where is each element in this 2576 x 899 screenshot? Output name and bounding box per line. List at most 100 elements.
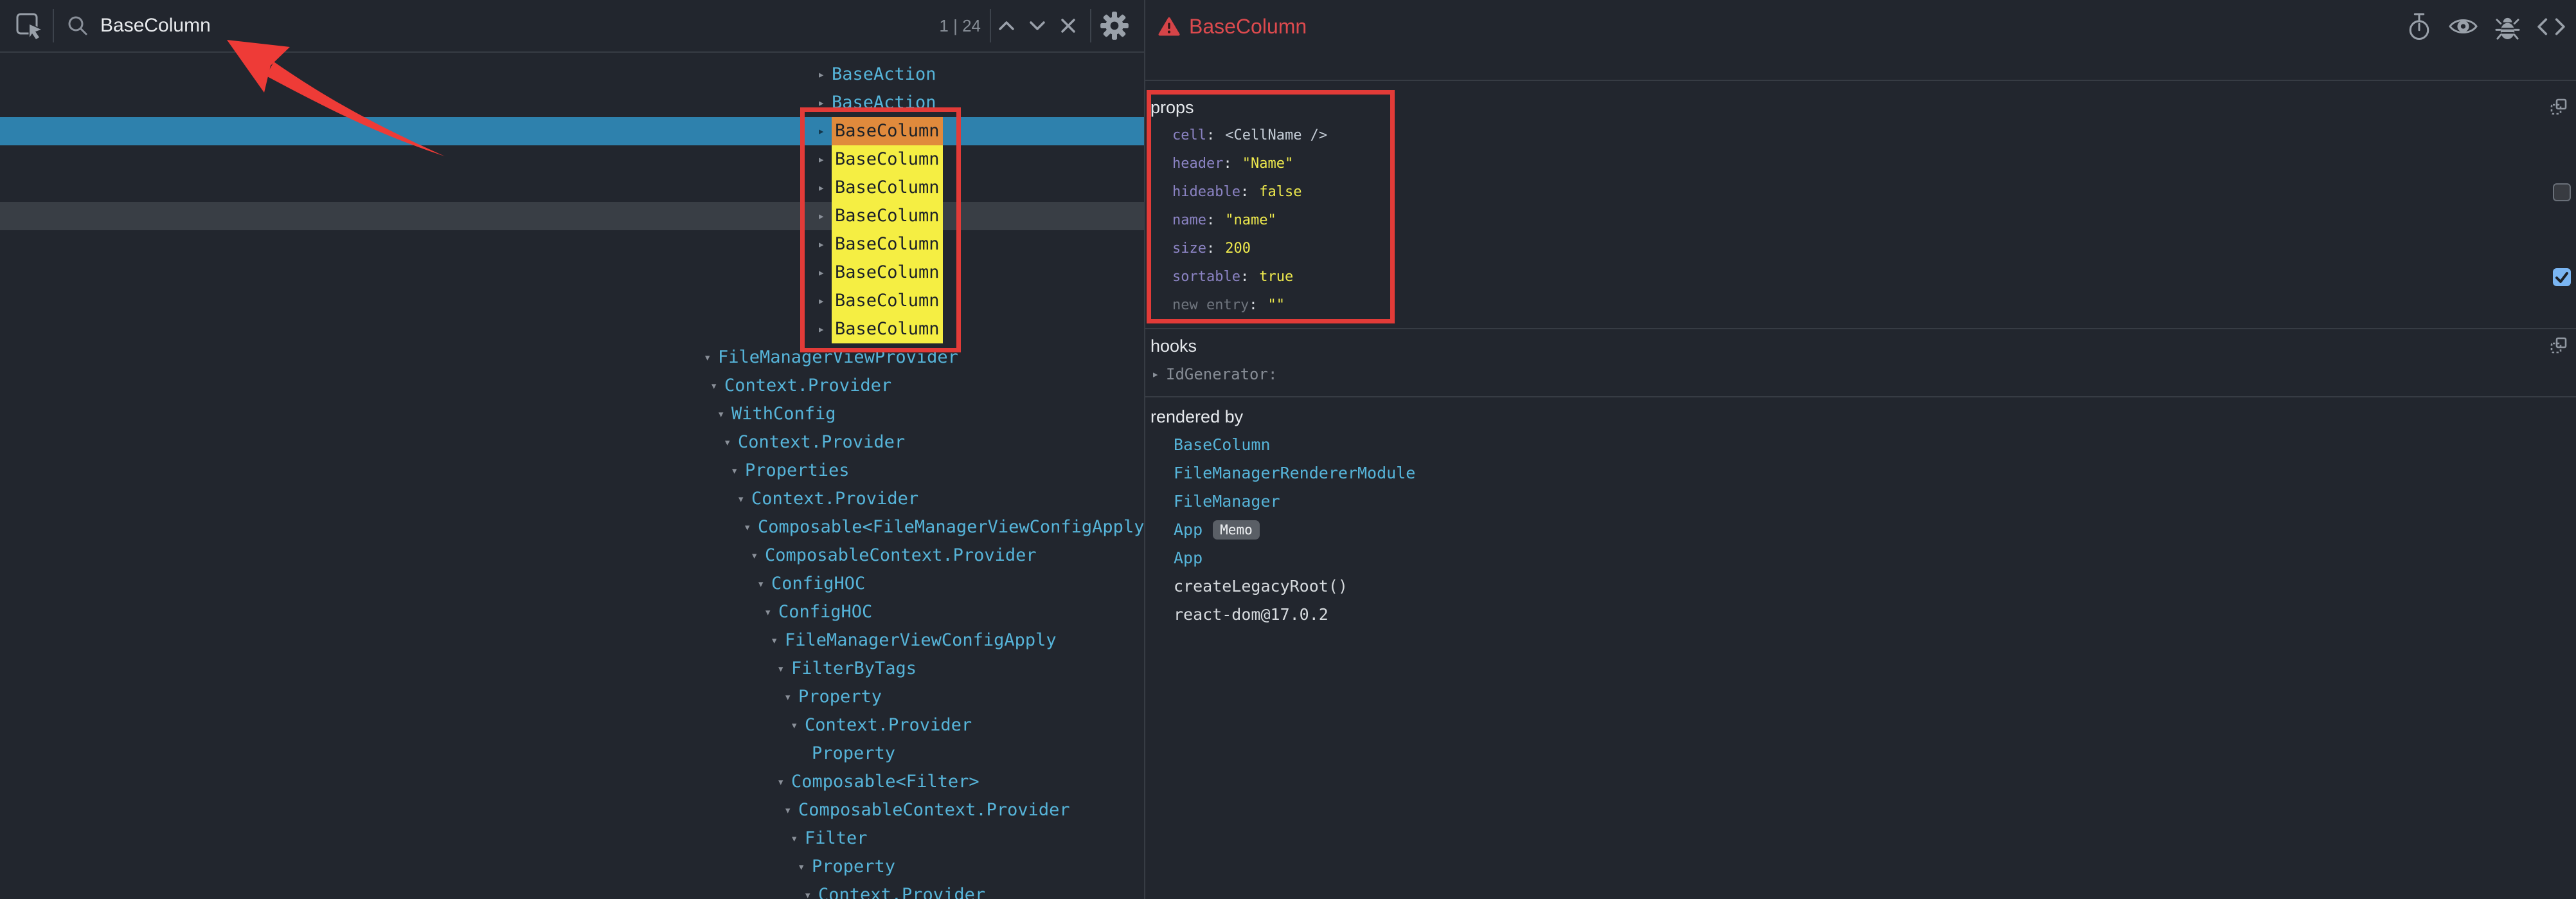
caret-expanded-icon[interactable]: ▾ — [791, 711, 805, 740]
component-name: Context.Provider — [818, 881, 985, 899]
owner-name[interactable]: App — [1174, 516, 1203, 544]
tree-row[interactable]: ▾ComposableContext.Provider — [0, 541, 1144, 570]
tree-row[interactable]: ▸BaseColumn — [0, 287, 1144, 315]
caret-expanded-icon[interactable]: ▾ — [724, 428, 738, 457]
hooks-section-title: hooks — [1145, 332, 2576, 360]
tree-row[interactable]: ▸BaseColumn — [0, 315, 1144, 343]
caret-collapsed-icon[interactable]: ▸ — [818, 315, 832, 343]
stopwatch-icon[interactable] — [2407, 12, 2431, 41]
bug-icon[interactable] — [2495, 13, 2520, 41]
next-match-icon[interactable] — [1022, 10, 1053, 41]
tree-row[interactable]: ▸BaseColumn — [0, 145, 1144, 174]
prop-key: new entry — [1172, 297, 1249, 313]
tree-row[interactable]: ▾Properties — [0, 457, 1144, 485]
unchecked-checkbox[interactable] — [2553, 183, 2571, 201]
search-input[interactable] — [99, 14, 933, 37]
caret-collapsed-icon[interactable]: ▸ — [818, 230, 832, 259]
copy-hooks-icon[interactable] — [2550, 337, 2567, 354]
tree-row[interactable]: ▾FileManagerViewConfigApply — [0, 626, 1144, 655]
checked-checkbox[interactable] — [2553, 268, 2571, 286]
settings-gear-icon[interactable] — [1098, 9, 1131, 42]
caret-expanded-icon[interactable]: ▾ — [764, 598, 778, 626]
caret-collapsed-icon[interactable]: ▸ — [818, 89, 832, 117]
prop-row: cell:<CellName /> — [1145, 122, 2576, 150]
tree-row[interactable]: ▸BaseAction — [0, 60, 1144, 89]
tree-row[interactable]: ▸BaseColumn — [0, 117, 1144, 145]
toolbar-divider — [53, 9, 54, 42]
tree-row[interactable]: ▸BaseColumn — [0, 202, 1144, 230]
caret-expanded-icon[interactable]: ▾ — [751, 541, 765, 570]
tree-row[interactable]: ▾Context.Provider — [0, 485, 1144, 513]
caret-expanded-icon[interactable]: ▾ — [784, 796, 798, 824]
owner-name[interactable]: FileManager — [1174, 487, 1280, 516]
rendered-by-item: AppMemo — [1145, 516, 2576, 544]
caret-expanded-icon[interactable]: ▾ — [744, 513, 758, 541]
caret-collapsed-icon[interactable]: ▸ — [818, 202, 832, 230]
tree-row[interactable]: ▾WithConfig — [0, 400, 1144, 428]
tree-row[interactable]: ▾ConfigHOC — [0, 570, 1144, 598]
prop-value[interactable]: false — [1259, 184, 1301, 200]
tree-row[interactable]: ▸BaseColumn — [0, 174, 1144, 202]
prop-row: name:"name" — [1145, 206, 2576, 235]
caret-collapsed-icon[interactable]: ▸ — [818, 174, 832, 202]
caret-expanded-icon[interactable]: ▾ — [710, 372, 724, 400]
clear-search-icon[interactable] — [1053, 10, 1084, 41]
owner-name[interactable]: FileManagerRendererModule — [1174, 459, 1415, 487]
prop-value[interactable]: <CellName /> — [1225, 127, 1327, 143]
view-source-icon[interactable] — [2537, 17, 2566, 36]
prop-key: sortable — [1172, 269, 1240, 285]
prop-value[interactable]: "" — [1267, 297, 1285, 313]
caret-expanded-icon[interactable]: ▾ — [791, 824, 805, 853]
tree-row[interactable]: ▾Property — [0, 683, 1144, 711]
caret-expanded-icon[interactable]: ▾ — [771, 626, 785, 655]
component-name: BaseColumn — [832, 259, 943, 287]
caret-collapsed-icon[interactable]: ▸ — [818, 60, 832, 89]
caret-collapsed-icon[interactable]: ▸ — [818, 259, 832, 287]
tree-row[interactable]: ▸BaseColumn — [0, 230, 1144, 259]
caret-collapsed-icon[interactable]: ▸ — [818, 287, 832, 315]
caret-expanded-icon[interactable]: ▾ — [704, 343, 718, 372]
component-name: Composable<FileManagerViewConfigApply> — [758, 513, 1144, 541]
caret-expanded-icon[interactable]: ▾ — [731, 457, 745, 485]
caret-expanded-icon[interactable]: ▾ — [777, 655, 791, 683]
caret-expanded-icon[interactable]: ▾ — [777, 768, 791, 796]
prop-value[interactable]: true — [1259, 269, 1293, 285]
owner-name[interactable]: App — [1174, 544, 1203, 572]
caret-expanded-icon[interactable]: ▾ — [798, 853, 812, 881]
hook-row[interactable]: ▸IdGenerator: — [1145, 360, 2576, 388]
tree-row[interactable]: ▾FilterByTags — [0, 655, 1144, 683]
copy-props-icon[interactable] — [2550, 98, 2567, 115]
tree-row[interactable]: ▾Composable<FileManagerViewConfigApply> — [0, 513, 1144, 541]
prop-value[interactable]: "Name" — [1242, 156, 1293, 172]
rendered-by-item: FileManager — [1145, 487, 2576, 516]
inspect-element-icon[interactable] — [14, 11, 44, 41]
caret-expanded-icon[interactable]: ▾ — [804, 881, 818, 899]
tree-row[interactable]: ▾Composable<Filter> — [0, 768, 1144, 796]
tree-row[interactable]: ▾Context.Provider — [0, 881, 1144, 899]
eye-icon[interactable] — [2448, 16, 2478, 37]
prop-value[interactable]: "name" — [1225, 212, 1276, 228]
caret-expanded-icon[interactable]: ▾ — [757, 570, 771, 598]
tree-row[interactable]: ▸BaseAction — [0, 89, 1144, 117]
caret-expanded-icon[interactable]: ▾ — [784, 683, 798, 711]
caret-collapsed-icon[interactable]: ▸ — [818, 145, 832, 174]
tree-row[interactable]: ▾Context.Provider — [0, 428, 1144, 457]
caret-collapsed-icon[interactable]: ▸ — [1152, 360, 1166, 388]
prop-value[interactable]: 200 — [1225, 241, 1251, 257]
tree-row[interactable]: ▾Context.Provider — [0, 711, 1144, 740]
tree-row[interactable]: ▾ComposableContext.Provider — [0, 796, 1144, 824]
tree-row[interactable]: ▾FileManagerViewProvider — [0, 343, 1144, 372]
previous-match-icon[interactable] — [991, 10, 1022, 41]
tree-row[interactable]: ▾ConfigHOC — [0, 598, 1144, 626]
owner-name[interactable]: BaseColumn — [1174, 431, 1271, 459]
tree-row[interactable]: Property — [0, 740, 1144, 768]
tree-row[interactable]: ▸BaseColumn — [0, 259, 1144, 287]
tree-row[interactable]: ▾Property — [0, 853, 1144, 881]
tree-row[interactable]: ▾Context.Provider — [0, 372, 1144, 400]
component-name: Context.Provider — [805, 711, 972, 740]
caret-expanded-icon[interactable]: ▾ — [737, 485, 751, 513]
caret-expanded-icon[interactable]: ▾ — [717, 400, 731, 428]
tree-row[interactable]: ▾Filter — [0, 824, 1144, 853]
caret-collapsed-icon[interactable]: ▸ — [818, 117, 832, 145]
prop-key: hideable — [1172, 184, 1240, 200]
